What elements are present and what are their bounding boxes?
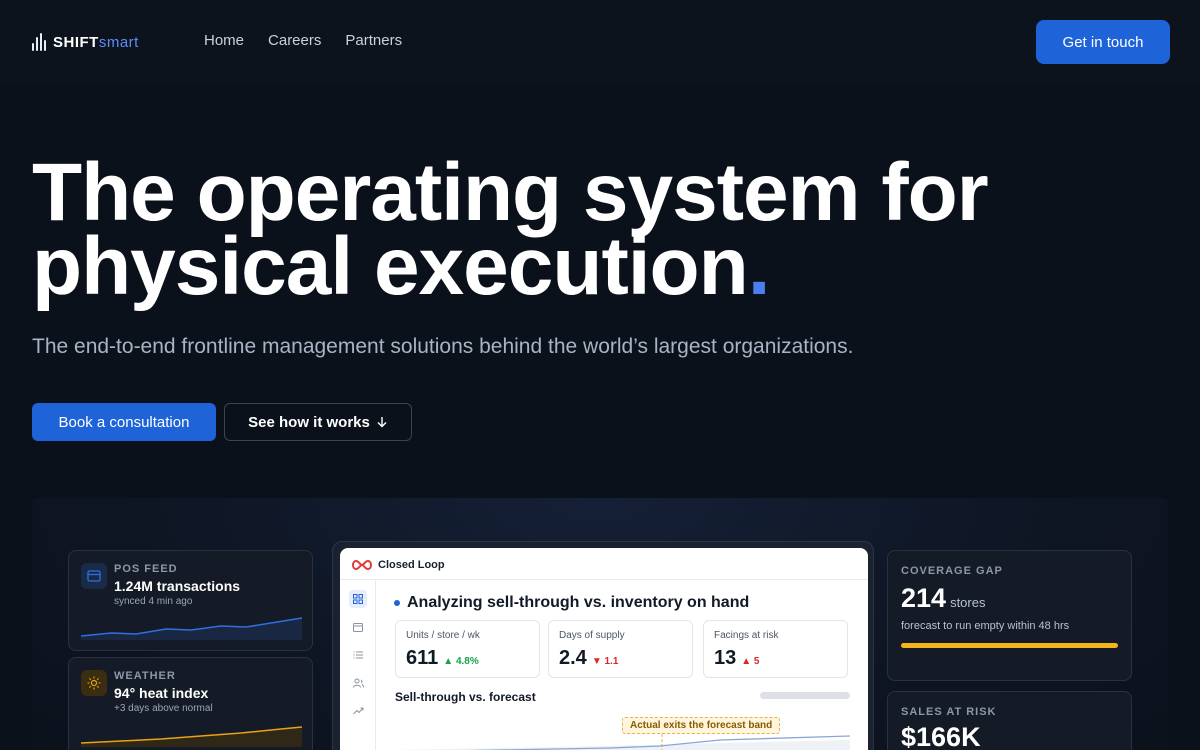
sales-at-risk-label: SALES AT RISK bbox=[901, 706, 997, 718]
closed-loop-sidebar bbox=[340, 580, 376, 750]
get-in-touch-button[interactable]: Get in touch bbox=[1036, 20, 1170, 64]
sales-at-risk-value: $166K bbox=[901, 722, 981, 750]
infinity-icon bbox=[352, 559, 372, 571]
dashboard-preview: POS FEED 1.24M transactions synced 4 min… bbox=[32, 498, 1168, 750]
pos-feed-note: synced 4 min ago bbox=[114, 596, 193, 607]
pos-feed-sparkline bbox=[81, 617, 302, 640]
hero-title: The operating system for physical executi… bbox=[32, 147, 989, 312]
pos-feed-card: POS FEED 1.24M transactions synced 4 min… bbox=[68, 550, 313, 651]
chart-filter-pill[interactable] bbox=[760, 692, 850, 699]
grid-icon[interactable] bbox=[349, 590, 367, 608]
coverage-gap-bar bbox=[901, 643, 1118, 648]
nav-link-partners[interactable]: Partners bbox=[345, 32, 402, 49]
list-icon[interactable] bbox=[349, 646, 367, 664]
closed-loop-panel: Closed Loop Analyzing sell-through vs. i… bbox=[340, 548, 868, 750]
weather-note: +3 days above normal bbox=[114, 703, 213, 714]
logo-wordmark: SHIFTsmart bbox=[53, 33, 139, 51]
coverage-gap-value: 214 stores bbox=[901, 583, 986, 613]
sales-at-risk-card: SALES AT RISK $166K bbox=[887, 691, 1132, 750]
card-icon bbox=[81, 563, 107, 589]
pos-feed-value: 1.24M transactions bbox=[114, 578, 241, 594]
trend-icon[interactable] bbox=[349, 702, 367, 720]
hero-subtitle: The end-to-end frontline management solu… bbox=[32, 335, 854, 358]
sun-icon bbox=[81, 670, 107, 696]
weather-label: WEATHER bbox=[114, 670, 176, 682]
weather-card: WEATHER 94° heat index +3 days above nor… bbox=[68, 657, 313, 750]
pos-feed-label: POS FEED bbox=[114, 563, 178, 575]
book-consultation-button[interactable]: Book a consultation bbox=[32, 403, 216, 441]
chart-title: Sell-through vs. forecast bbox=[395, 690, 536, 704]
weather-sparkline bbox=[81, 726, 302, 747]
sell-through-chart bbox=[390, 734, 850, 750]
coverage-gap-card: COVERAGE GAP 214 stores forecast to run e… bbox=[887, 550, 1132, 681]
coverage-gap-label: COVERAGE GAP bbox=[901, 565, 1003, 577]
shiftsmart-logo[interactable]: SHIFTsmart bbox=[32, 32, 139, 52]
see-how-it-works-label: See how it works bbox=[248, 413, 370, 431]
nav-links: Home Careers Partners bbox=[204, 32, 402, 49]
weather-value: 94° heat index bbox=[114, 685, 209, 701]
metric-units-per-store: Units / store / wk 611 ▲ 4.8% bbox=[395, 620, 540, 678]
closed-loop-title: Closed Loop bbox=[378, 559, 445, 571]
logo-bars-icon bbox=[32, 33, 48, 51]
see-how-it-works-button[interactable]: See how it works bbox=[224, 403, 412, 441]
arrow-down-icon bbox=[377, 417, 387, 428]
nav-link-home[interactable]: Home bbox=[204, 32, 244, 49]
nav-link-careers[interactable]: Careers bbox=[268, 32, 321, 49]
users-icon[interactable] bbox=[349, 674, 367, 692]
top-nav: SHIFTsmart Home Careers Partners Get in … bbox=[0, 0, 1200, 84]
closed-loop-header: Closed Loop bbox=[340, 548, 868, 580]
forecast-annotation: Actual exits the forecast band bbox=[622, 717, 781, 734]
coverage-gap-note: forecast to run empty within 48 hrs bbox=[901, 620, 1070, 632]
metric-facings-at-risk: Facings at risk 13 ▲ 5 bbox=[703, 620, 848, 678]
calendar-icon[interactable] bbox=[349, 618, 367, 636]
metric-days-of-supply: Days of supply 2.4 ▼ 1.1 bbox=[548, 620, 693, 678]
status-dot bbox=[394, 599, 400, 606]
analysis-heading: Analyzing sell-through vs. inventory on … bbox=[394, 594, 749, 612]
